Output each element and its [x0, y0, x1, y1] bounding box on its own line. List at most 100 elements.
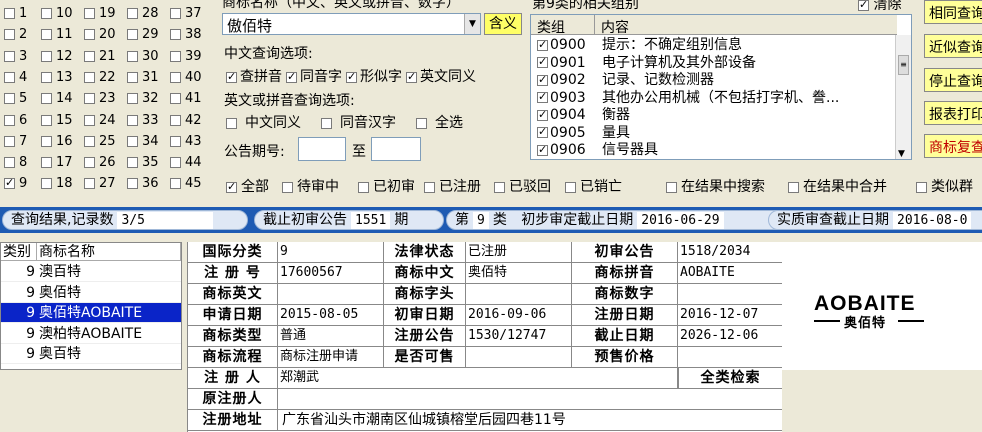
review-button[interactable]: 商标复查: [924, 134, 982, 158]
class-checkbox-33[interactable]: 33: [127, 111, 159, 131]
group-row[interactable]: 0906 信号器具: [531, 142, 895, 159]
class-checkbox-32[interactable]: 32: [127, 89, 159, 109]
clear-checkbox[interactable]: 清除: [858, 0, 901, 14]
en-option-checkbox[interactable]: 同音汉字: [321, 115, 396, 131]
class-checkbox-42[interactable]: 42: [170, 111, 202, 131]
result-pill: 查询结果,记录数 3/5: [2, 210, 248, 230]
class-checkbox-5[interactable]: 5: [4, 89, 27, 109]
class-checkbox-34[interactable]: 34: [127, 132, 159, 152]
class-checkbox-31[interactable]: 31: [127, 68, 159, 88]
filter-checkbox[interactable]: 已初审: [358, 176, 415, 196]
class-number: 4: [19, 69, 28, 85]
class-checkbox-24[interactable]: 24: [84, 111, 116, 131]
filter-checkbox[interactable]: 类似群: [916, 176, 973, 196]
filter-checkbox[interactable]: 待审中: [282, 176, 339, 196]
class-checkbox-18[interactable]: 18: [41, 174, 73, 194]
class-checkbox-38[interactable]: 38: [170, 25, 202, 45]
class-checkbox-27[interactable]: 27: [84, 174, 116, 194]
row-class: 9: [26, 284, 35, 301]
class-checkbox-25[interactable]: 25: [84, 132, 116, 152]
filter-checkbox[interactable]: 已销亡: [565, 176, 622, 196]
class-checkbox-40[interactable]: 40: [170, 68, 202, 88]
class-checkbox-39[interactable]: 39: [170, 47, 202, 67]
cn-option-checkbox[interactable]: 形似字: [346, 69, 402, 85]
chevron-down-icon[interactable]: ▼: [464, 14, 480, 34]
filter-checkbox[interactable]: 已驳回: [494, 176, 551, 196]
class-checkbox-21[interactable]: 21: [84, 47, 116, 67]
name-value: 傲佰特: [227, 17, 273, 35]
exam-label: 实质审查截止日期: [777, 212, 889, 228]
class-number: 25: [99, 133, 116, 149]
class-checkbox-20[interactable]: 20: [84, 25, 116, 45]
filter-checkbox[interactable]: 全部: [226, 176, 269, 196]
class-checkbox-45[interactable]: 45: [170, 174, 202, 194]
cn-option-checkbox[interactable]: 英文同义: [406, 69, 476, 85]
class-checkbox-41[interactable]: 41: [170, 89, 202, 109]
class-checkbox-30[interactable]: 30: [127, 47, 159, 67]
class-checkbox-35[interactable]: 35: [127, 153, 159, 173]
class-checkbox-36[interactable]: 36: [127, 174, 159, 194]
class-checkbox-12[interactable]: 12: [41, 47, 73, 67]
class-checkbox-26[interactable]: 26: [84, 153, 116, 173]
table-row[interactable]: 9 澳柏特AOBAITE: [1, 324, 181, 344]
approx-query-button[interactable]: 近似查询: [924, 34, 982, 58]
meaning-button[interactable]: 含义: [484, 13, 522, 35]
class-checkbox-7[interactable]: 7: [4, 132, 27, 152]
gazette-to-input[interactable]: [371, 137, 421, 161]
group-row[interactable]: 0901 电子计算机及其外部设备: [531, 54, 895, 72]
group-text: 其他办公用机械（不包括打字机、誊...: [602, 89, 840, 106]
class-checkbox-19[interactable]: 19: [84, 4, 116, 24]
class-checkbox-15[interactable]: 15: [41, 111, 73, 131]
table-row[interactable]: 9 奥佰特AOBAITE: [1, 303, 181, 323]
trademark-list[interactable]: 类别 商标名称 9 澳百特 9 奥佰特 9 奥佰特AOBAITE 9 澳柏特AOBAITE 9 奥…: [0, 242, 182, 370]
full-search-button[interactable]: 全类检索: [678, 368, 782, 389]
scroll-down-icon[interactable]: ▼: [898, 149, 905, 159]
class-number: 8: [19, 155, 28, 171]
class-checkbox-17[interactable]: 17: [41, 153, 73, 173]
table-row[interactable]: 9 澳百特: [1, 262, 181, 282]
class-checkbox-9[interactable]: 9: [4, 174, 27, 194]
group-list[interactable]: 类组 内容 0900 提示：不确定组别信息 0901 电子计算机及其外部设备 0902 记…: [530, 14, 912, 160]
stop-query-button[interactable]: 停止查询: [924, 68, 982, 92]
group-row[interactable]: 0900 提示：不确定组别信息: [531, 37, 895, 54]
class-checkbox-16[interactable]: 16: [41, 132, 73, 152]
class-checkbox-28[interactable]: 28: [127, 4, 159, 24]
class-checkbox-2[interactable]: 2: [4, 25, 27, 45]
cn-option-checkbox[interactable]: 同音字: [286, 69, 342, 85]
name-combobox[interactable]: 傲佰特 ▼: [222, 13, 481, 35]
class-checkbox-6[interactable]: 6: [4, 111, 27, 131]
filter-checkbox[interactable]: 已注册: [424, 176, 481, 196]
filter-checkbox[interactable]: 在结果中合并: [788, 176, 887, 196]
group-row[interactable]: 0902 记录、记数检测器: [531, 72, 895, 89]
group-scrollbar[interactable]: ≡ ▼: [895, 35, 911, 159]
en-option-checkbox[interactable]: 中文同义: [226, 115, 301, 131]
filter-checkbox[interactable]: 在结果中搜索: [666, 176, 765, 196]
group-row[interactable]: 0903 其他办公用机械（不包括打字机、誊...: [531, 89, 895, 107]
class-checkbox-3[interactable]: 3: [4, 47, 27, 67]
class-checkbox-23[interactable]: 23: [84, 89, 116, 109]
class-checkbox-29[interactable]: 29: [127, 25, 159, 45]
group-row[interactable]: 0905 量具: [531, 124, 895, 142]
class-checkbox-44[interactable]: 44: [170, 153, 202, 173]
class-checkbox-43[interactable]: 43: [170, 132, 202, 152]
table-row[interactable]: 9 奥佰特: [1, 283, 181, 303]
class-checkbox-22[interactable]: 22: [84, 68, 116, 88]
group-row[interactable]: 0904 衡器: [531, 107, 895, 124]
gazette-from-input[interactable]: [298, 137, 346, 161]
cn-option-checkbox[interactable]: 查拼音: [226, 69, 282, 85]
class-checkbox-13[interactable]: 13: [41, 68, 73, 88]
table-row[interactable]: 9 奥百特: [1, 344, 181, 364]
en-option-checkbox[interactable]: 全选: [416, 115, 463, 131]
checkbox-icon: [127, 29, 138, 41]
class-checkbox-10[interactable]: 10: [41, 4, 73, 24]
class-checkbox-11[interactable]: 11: [41, 25, 73, 45]
report-print-button[interactable]: 报表打印: [924, 101, 982, 125]
class-checkbox-4[interactable]: 4: [4, 68, 27, 88]
class-checkbox-1[interactable]: 1: [4, 4, 27, 24]
class-checkbox-14[interactable]: 14: [41, 89, 73, 109]
class-checkbox-37[interactable]: 37: [170, 4, 202, 24]
checkbox-icon: [41, 157, 52, 169]
class-checkbox-8[interactable]: 8: [4, 153, 27, 173]
same-query-button[interactable]: 相同查询: [924, 0, 982, 24]
scroll-thumb-icon[interactable]: ≡: [898, 55, 909, 75]
